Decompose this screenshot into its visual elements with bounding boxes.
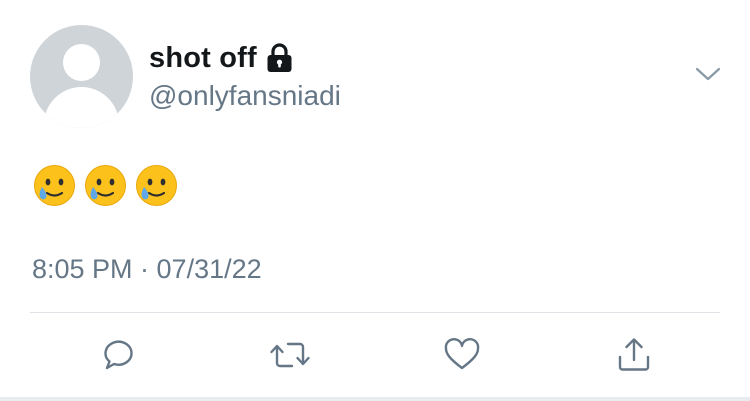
author-name-row: shot off	[149, 40, 293, 76]
lock-icon	[266, 43, 293, 73]
author-handle[interactable]: @onlyfansniadi	[149, 80, 341, 112]
retweet-button[interactable]	[265, 330, 315, 380]
divider	[30, 312, 720, 313]
avatar[interactable]	[30, 25, 133, 128]
tweet-card: shot off @onlyfansniadi 8:05 PM · 07/31/…	[0, 0, 750, 401]
reply-icon	[98, 335, 138, 375]
share-button[interactable]	[609, 330, 659, 380]
bottom-separator	[0, 397, 750, 401]
reply-button[interactable]	[93, 330, 143, 380]
like-button[interactable]	[437, 330, 487, 380]
avatar-body-shape	[44, 87, 119, 128]
heart-icon	[442, 335, 482, 375]
display-name[interactable]: shot off	[149, 42, 257, 75]
tweet-actions-bar	[0, 330, 750, 380]
retweet-icon	[268, 335, 312, 375]
smiling-face-with-tear-emoji	[32, 163, 77, 208]
smiling-face-with-tear-emoji	[83, 163, 128, 208]
tweet-timestamp[interactable]: 8:05 PM · 07/31/22	[32, 254, 262, 285]
smiling-face-with-tear-emoji	[134, 163, 179, 208]
share-icon	[614, 335, 654, 375]
tweet-text	[32, 163, 179, 207]
chevron-down-icon[interactable]	[694, 64, 722, 84]
avatar-head-shape	[63, 44, 100, 81]
